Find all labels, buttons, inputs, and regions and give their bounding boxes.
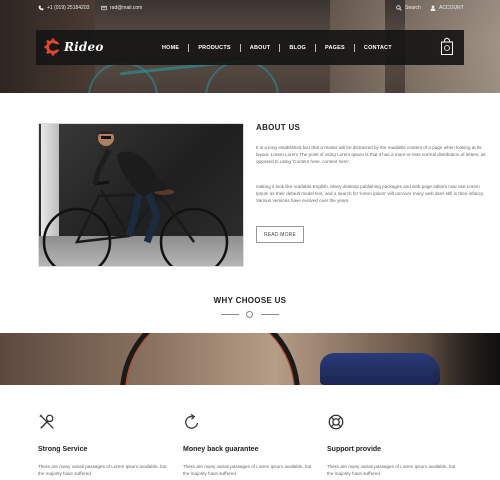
phone-icon: [38, 5, 44, 11]
feature-strong-service: Strong Service There are many variati pa…: [38, 413, 168, 477]
about-title: ABOUT US: [256, 123, 301, 132]
feature-title: Money back guarantee: [183, 446, 259, 453]
divider-line: [221, 314, 239, 315]
nav-item-pages[interactable]: PAGES: [316, 45, 354, 51]
logo-text: Rideo: [64, 40, 104, 54]
search-link[interactable]: Search: [396, 5, 421, 11]
band-shadow: [430, 333, 500, 385]
gear-logo-icon: [44, 38, 62, 56]
search-label: Search: [405, 5, 421, 11]
hero-banner: +1 (019) 25184203 rad@mail.com Search AC…: [0, 0, 500, 93]
about-paragraph: It is a long established fact that a rea…: [256, 145, 486, 165]
feature-text: There are many variati passages of Lorem…: [183, 464, 312, 477]
divider-circle-icon: [246, 311, 253, 318]
nav-item-about[interactable]: ABOUT: [241, 45, 280, 51]
site-logo[interactable]: Rideo: [44, 38, 104, 56]
phone-contact[interactable]: +1 (019) 25184203: [38, 5, 89, 11]
search-icon: [396, 5, 402, 11]
feature-money-back: Money back guarantee There are many vari…: [183, 413, 313, 477]
nav-menu: HOME PRODUCTS ABOUT BLOG PAGES CONTACT: [153, 44, 401, 52]
nav-item-contact[interactable]: CONTACT: [355, 45, 401, 51]
bike-rim: [125, 333, 295, 385]
feature-text: There are many variati passages of Lorem…: [327, 464, 456, 477]
phone-number: +1 (019) 25184203: [47, 5, 90, 11]
top-bar: +1 (019) 25184203 rad@mail.com Search AC…: [0, 0, 500, 16]
feature-support: Support provide There are many variati p…: [327, 413, 457, 477]
sneaker-image: [320, 353, 440, 385]
section-divider: [221, 311, 279, 319]
refresh-icon: [185, 413, 199, 429]
nav-item-home[interactable]: HOME: [153, 45, 188, 51]
lifebuoy-icon: [328, 414, 344, 430]
cyclist-illustration: [42, 130, 229, 266]
user-icon: [430, 5, 436, 11]
mail-icon: [101, 5, 107, 11]
account-link[interactable]: ACCOUNT: [430, 5, 464, 11]
about-paragraph: making it look like readable English. Ma…: [256, 184, 485, 204]
email-contact[interactable]: rad@mail.com: [101, 5, 142, 11]
account-label: ACCOUNT: [439, 5, 464, 11]
read-more-button[interactable]: READ MORE: [256, 226, 304, 243]
shopping-bag-icon[interactable]: [440, 36, 454, 56]
why-choose-title: WHY CHOOSE US: [213, 296, 287, 305]
divider-line: [261, 314, 279, 315]
email-address: rad@mail.com: [110, 5, 143, 11]
nav-item-blog[interactable]: BLOG: [280, 45, 315, 51]
main-navbar: Rideo HOME PRODUCTS ABOUT BLOG PAGES CON…: [36, 30, 464, 65]
nav-item-products[interactable]: PRODUCTS: [189, 45, 239, 51]
feature-title: Strong Service: [38, 446, 88, 453]
hero-bike-wheel: [88, 62, 158, 93]
bike-band-image: [0, 333, 500, 385]
tools-icon: [39, 414, 54, 429]
about-cyclist-photo: [38, 123, 244, 267]
feature-text: There are many variati passages of Lorem…: [38, 464, 167, 477]
feature-title: Support provide: [327, 446, 382, 453]
